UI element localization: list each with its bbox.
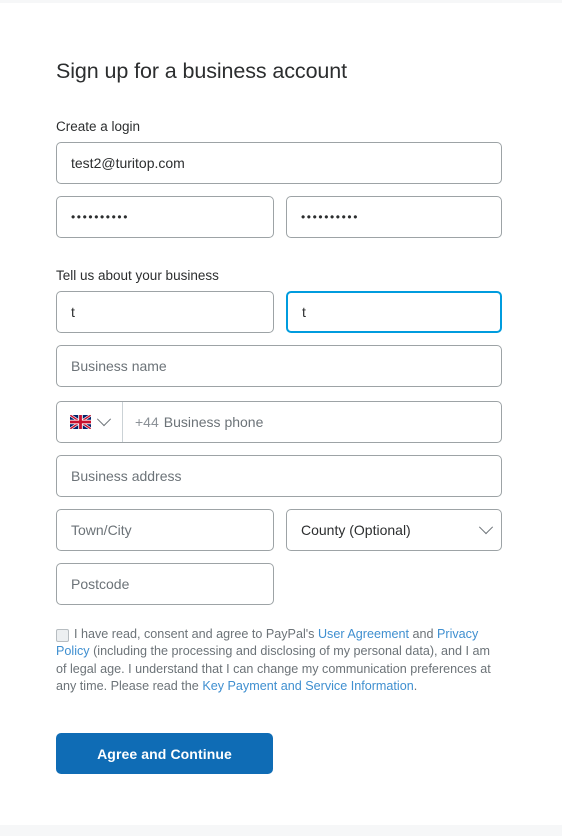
password-confirm-field[interactable]: •••••••••• xyxy=(286,196,502,238)
last-name-value: t xyxy=(302,304,306,320)
email-value: test2@turitop.com xyxy=(71,155,185,171)
phone-number-input[interactable]: +44 Business phone xyxy=(123,414,501,430)
key-payment-info-link[interactable]: Key Payment and Service Information xyxy=(202,679,413,693)
town-city-placeholder: Town/City xyxy=(71,522,132,538)
business-address-placeholder: Business address xyxy=(71,468,182,484)
create-login-label: Create a login xyxy=(56,119,141,134)
consent-text-3: . xyxy=(413,679,418,694)
consent-checkbox[interactable] xyxy=(56,629,69,642)
password-confirm-value: •••••••••• xyxy=(301,210,360,224)
business-name-placeholder: Business name xyxy=(71,358,167,374)
page-title: Sign up for a business account xyxy=(56,59,348,83)
consent-block: I have read, consent and agree to PayPal… xyxy=(56,626,504,696)
uk-flag-icon xyxy=(70,415,91,429)
postcode-placeholder: Postcode xyxy=(71,576,130,592)
chevron-down-icon xyxy=(478,520,494,535)
county-select[interactable]: County (Optional) xyxy=(286,509,502,551)
tell-us-about-business-label: Tell us about your business xyxy=(56,268,219,283)
email-field[interactable]: test2@turitop.com xyxy=(56,142,502,184)
town-city-field[interactable]: Town/City xyxy=(56,509,274,551)
first-name-field[interactable]: t xyxy=(56,291,274,333)
user-agreement-link[interactable]: User Agreement xyxy=(318,627,409,641)
business-name-field[interactable]: Business name xyxy=(56,345,502,387)
postcode-field[interactable]: Postcode xyxy=(56,563,274,605)
consent-text-and: and xyxy=(408,627,437,641)
business-phone-field[interactable]: +44 Business phone xyxy=(56,401,502,443)
first-name-value: t xyxy=(71,304,75,320)
consent-text-1: I have read, consent and agree to PayPal… xyxy=(74,627,318,641)
chevron-down-icon xyxy=(96,412,112,427)
business-address-field[interactable]: Business address xyxy=(56,455,502,497)
password-field[interactable]: •••••••••• xyxy=(56,196,274,238)
county-value: County (Optional) xyxy=(301,522,411,538)
signup-page: Sign up for a business account Create a … xyxy=(0,3,562,825)
country-code-selector[interactable] xyxy=(57,402,123,442)
dial-code: +44 xyxy=(135,414,159,430)
password-value: •••••••••• xyxy=(71,210,130,224)
last-name-field[interactable]: t xyxy=(286,291,502,333)
agree-and-continue-button[interactable]: Agree and Continue xyxy=(56,733,273,774)
business-phone-placeholder: Business phone xyxy=(163,414,264,430)
